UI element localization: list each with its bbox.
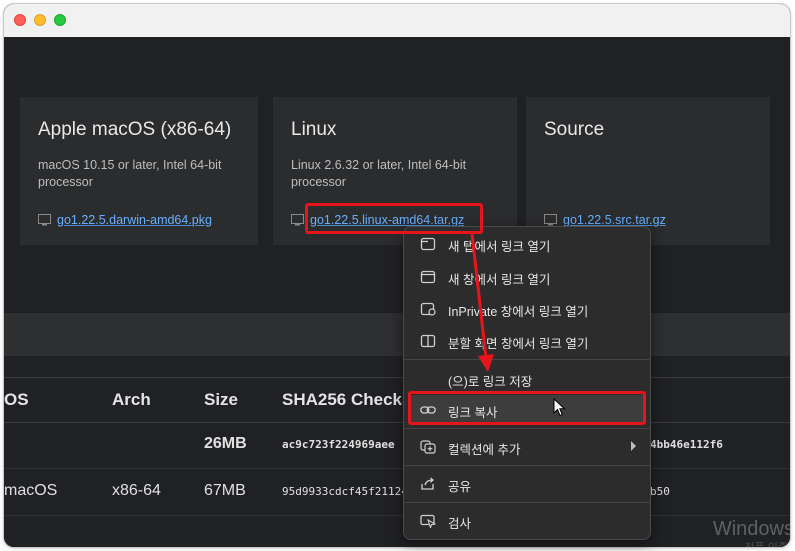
download-link-source[interactable]: go1.22.5.src.tar.gz xyxy=(544,213,666,227)
menu-item-share[interactable]: 공유 xyxy=(408,469,646,499)
split-screen-icon xyxy=(420,334,436,348)
download-link-text[interactable]: go1.22.5.src.tar.gz xyxy=(563,213,666,227)
download-link-text[interactable]: go1.22.5.darwin-amd64.pkg xyxy=(57,213,212,227)
menu-item-label: 새 창에서 링크 열기 xyxy=(448,273,551,287)
close-window-button[interactable] xyxy=(14,14,26,26)
menu-item-save-link-as[interactable]: (으)로 링크 저장 xyxy=(408,364,646,394)
cell-size: 26MB xyxy=(204,435,247,452)
new-window-icon xyxy=(420,270,436,284)
menu-separator xyxy=(404,502,650,503)
cell-sha256: 95d9933cdcf45f211243 xyxy=(282,485,415,498)
cell-size: 67MB xyxy=(204,482,246,499)
new-tab-icon xyxy=(420,237,436,251)
collections-icon xyxy=(420,440,436,454)
title-bar xyxy=(4,4,790,38)
inprivate-icon xyxy=(420,302,436,316)
menu-item-open-new-window[interactable]: 새 창에서 링크 열기 xyxy=(408,262,646,292)
cell-arch: x86-64 xyxy=(112,482,161,499)
windows-activation-watermark: Windows xyxy=(712,518,790,540)
menu-item-label: 컬렉션에 추가 xyxy=(448,443,521,457)
menu-item-open-split-screen[interactable]: 분할 화면 창에서 링크 열기 xyxy=(408,326,646,356)
inspect-icon xyxy=(420,514,436,528)
menu-item-label: 분할 화면 창에서 링크 열기 xyxy=(448,337,589,351)
cell-sha256-tail: b50 xyxy=(650,485,670,498)
highlight-linux-link xyxy=(305,203,483,234)
cell-sha256: ac9c723f224969aee xyxy=(282,438,395,451)
column-header-sha256: SHA256 Checks xyxy=(282,390,412,409)
menu-item-add-to-collections[interactable]: 컬렉션에 추가 xyxy=(408,432,646,462)
column-header-size: Size xyxy=(204,390,239,409)
file-download-icon xyxy=(291,214,304,226)
page-content: Apple macOS (x86-64) macOS 10.15 or late… xyxy=(4,37,790,547)
browser-window: Apple macOS (x86-64) macOS 10.15 or late… xyxy=(4,4,790,547)
windows-activation-subtext: 정품 인증 xyxy=(744,539,788,547)
table-row: macOS x86-64 67MB 95d9933cdcf45f211243 b… xyxy=(4,469,790,516)
menu-item-label: 새 탭에서 링크 열기 xyxy=(448,240,551,254)
maximize-window-button[interactable] xyxy=(54,14,66,26)
download-card-macos: Apple macOS (x86-64) macOS 10.15 or late… xyxy=(20,97,258,245)
menu-item-inspect[interactable]: 검사 xyxy=(408,506,646,536)
downloads-table-header: OS Arch Size SHA256 Checks xyxy=(4,377,790,423)
download-link-macos[interactable]: go1.22.5.darwin-amd64.pkg xyxy=(38,213,212,227)
menu-item-open-inprivate[interactable]: InPrivate 창에서 링크 열기 xyxy=(408,294,646,324)
menu-separator xyxy=(404,465,650,466)
cell-os: macOS xyxy=(4,482,58,499)
cell-sha256-tail: 4bb46e112f6 xyxy=(650,438,723,451)
menu-separator xyxy=(404,359,650,360)
column-header-os: OS xyxy=(4,390,29,409)
section-band xyxy=(4,313,790,356)
highlight-copy-link xyxy=(408,391,646,425)
menu-item-label: (으)로 링크 저장 xyxy=(448,375,533,389)
card-title: Linux xyxy=(291,119,337,140)
table-row: 26MB ac9c723f224969aee 4bb46e112f6 xyxy=(4,422,790,469)
card-description: macOS 10.15 or later, Intel 64-bit proce… xyxy=(38,158,222,189)
mouse-cursor-icon xyxy=(553,398,566,417)
chevron-right-icon xyxy=(631,441,636,451)
card-title: Apple macOS (x86-64) xyxy=(38,119,232,140)
menu-item-label: 검사 xyxy=(448,517,472,531)
file-download-icon xyxy=(38,214,51,226)
share-icon xyxy=(421,477,434,490)
column-header-arch: Arch xyxy=(112,390,151,409)
link-context-menu: 새 탭에서 링크 열기 새 창에서 링크 열기 InPrivate 창에서 링크… xyxy=(403,226,651,540)
menu-item-label: InPrivate 창에서 링크 열기 xyxy=(448,305,589,319)
download-card-source: Source go1.22.5.src.tar.gz xyxy=(526,97,770,245)
card-title: Source xyxy=(544,119,605,140)
card-description: Linux 2.6.32 or later, Intel 64-bit proc… xyxy=(291,158,467,189)
minimize-window-button[interactable] xyxy=(34,14,46,26)
menu-separator xyxy=(404,428,650,429)
menu-item-label: 공유 xyxy=(448,480,472,494)
file-download-icon xyxy=(544,214,557,226)
